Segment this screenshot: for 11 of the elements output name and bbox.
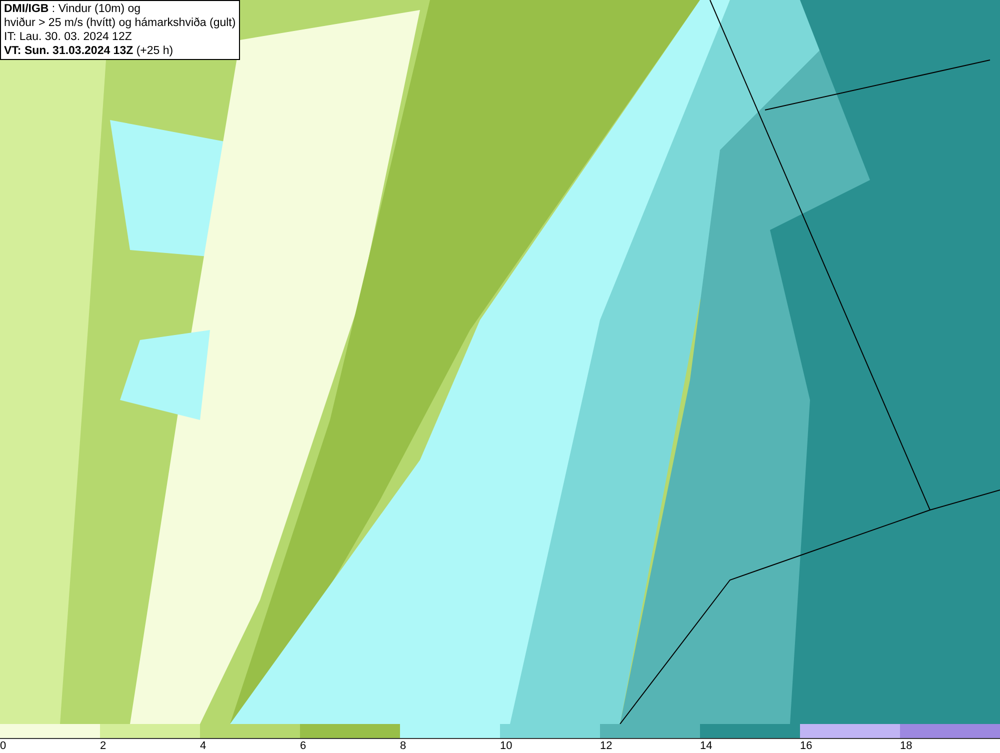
legend-label: 18 xyxy=(900,739,912,753)
legend-label: 10 xyxy=(500,739,512,753)
legend-label: 14 xyxy=(700,739,712,753)
legend-label: 6 xyxy=(300,739,306,753)
legend-label: 4 xyxy=(200,739,206,753)
legend-label: 12 xyxy=(600,739,612,753)
legend-label: 0 xyxy=(0,739,6,753)
legend-label: 2 xyxy=(100,739,106,753)
map-caption: DMI/IGB : Vindur (10m) og hviður > 25 m/s (hvítt) og hámarkshviða (gult) IT: Lau. 30. 03. 2024 12Z VT: Sun. 31.03.2024 13Z (+25 h) xyxy=(0,0,240,60)
legend-label: 8 xyxy=(400,739,406,753)
legend-label: 16 xyxy=(800,739,812,753)
